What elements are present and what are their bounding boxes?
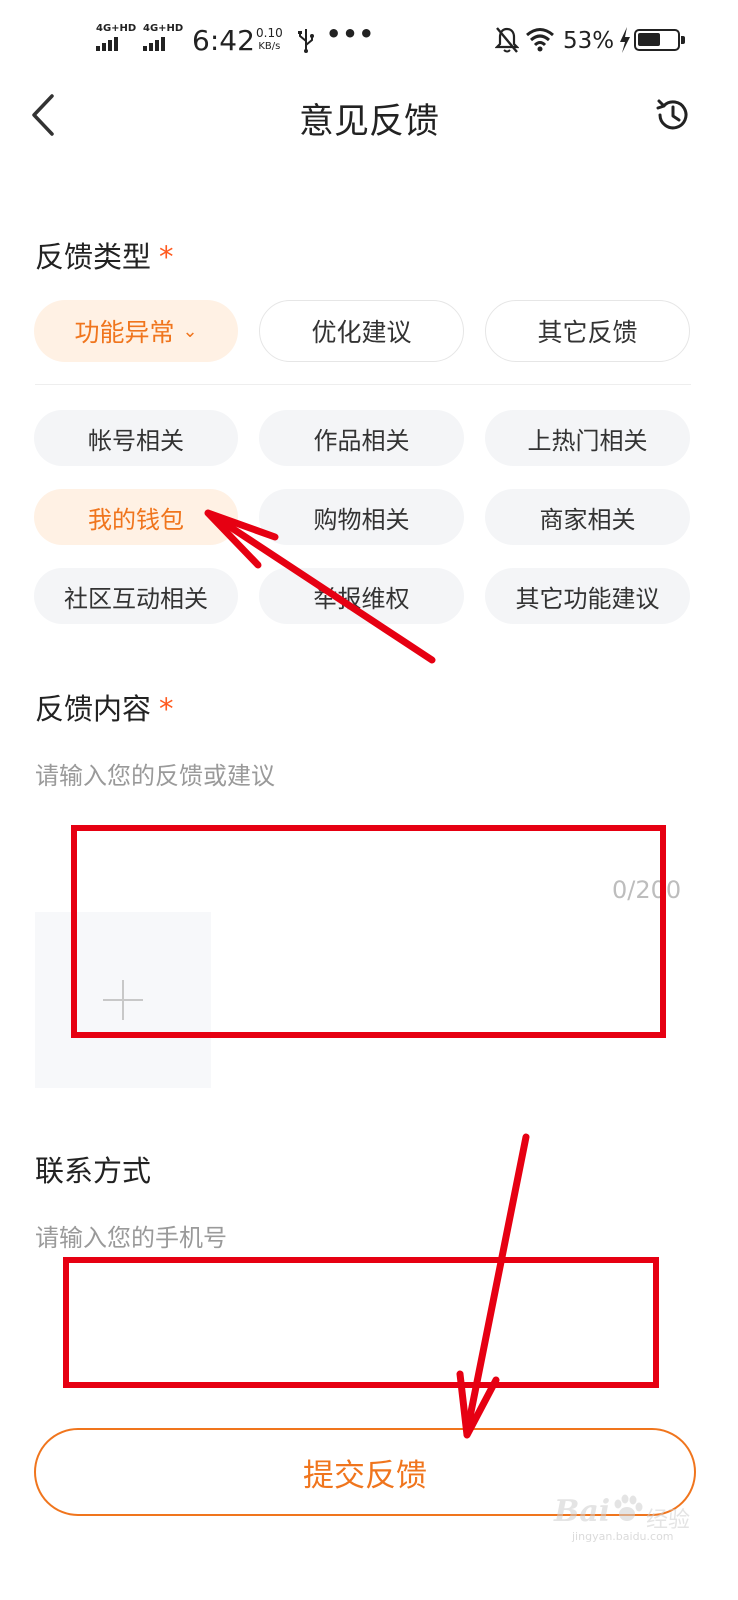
subtype-label: 社区互动相关: [64, 584, 208, 613]
subtype-chip-report[interactable]: 举报维权: [259, 568, 464, 624]
subtype-label: 帐号相关: [88, 426, 184, 455]
required-mark: *: [159, 692, 174, 726]
category-chip-function-error[interactable]: 功能异常 ⌄: [34, 300, 238, 362]
subtype-label: 作品相关: [313, 426, 410, 455]
subtype-label: 商家相关: [539, 505, 636, 534]
more-status-icon: •••: [326, 20, 376, 48]
network-speed-unit: KB/s: [258, 41, 281, 52]
subtype-label: 举报维权: [313, 584, 410, 613]
category-chip-optimization[interactable]: 优化建议: [259, 300, 464, 362]
paw-icon: [614, 1494, 643, 1521]
feedback-content-text: 反馈内容: [35, 692, 152, 726]
annotation-box-content: [71, 825, 666, 1038]
charging-icon: [618, 26, 632, 58]
feedback-content-label: 反馈内容 *: [35, 686, 174, 728]
phone-input[interactable]: 请输入您的手机号: [35, 1218, 227, 1253]
feedback-type-text: 反馈类型: [35, 240, 152, 274]
battery-percent: 53%: [563, 28, 615, 54]
network-speed-value: 0.10: [256, 26, 283, 40]
clock: 6:42: [192, 24, 255, 57]
annotation-box-contact: [63, 1257, 659, 1388]
feedback-type-label: 反馈类型 *: [35, 234, 174, 276]
signal-2-label: 4G+HD: [143, 23, 184, 34]
subtype-chip-account[interactable]: 帐号相关: [34, 410, 238, 466]
signal-icon-2: 4G+HD: [143, 24, 183, 51]
divider: [35, 384, 691, 385]
subtype-label: 购物相关: [313, 505, 410, 534]
clock-history-icon: [656, 99, 688, 130]
required-mark: *: [159, 240, 174, 274]
page-title: 意见反馈: [298, 102, 439, 142]
subtype-chip-other-feature[interactable]: 其它功能建议: [485, 568, 690, 624]
subtype-chip-merchant[interactable]: 商家相关: [485, 489, 690, 545]
network-speed: 0.10 KB/s: [256, 27, 283, 53]
subtype-chip-community[interactable]: 社区互动相关: [34, 568, 238, 624]
subtype-chip-works[interactable]: 作品相关: [259, 410, 464, 466]
usb-icon: [296, 27, 316, 59]
contact-label: 联系方式: [35, 1154, 152, 1188]
category-chip-other[interactable]: 其它反馈: [485, 300, 690, 362]
history-button[interactable]: [654, 96, 692, 138]
subtype-label: 我的钱包: [88, 505, 184, 534]
subtype-chip-my-wallet[interactable]: 我的钱包: [34, 489, 238, 545]
battery-icon: [634, 29, 685, 51]
subtype-chip-trending[interactable]: 上热门相关: [485, 410, 690, 466]
feedback-content-input[interactable]: 请输入您的反馈或建议: [35, 756, 275, 791]
status-bar: 4G+HD 4G+HD 6:42 0.10 KB/s ••• 53%: [0, 0, 738, 84]
subtype-label: 上热门相关: [527, 426, 648, 455]
subtype-chip-shopping[interactable]: 购物相关: [259, 489, 464, 545]
subtype-label: 其它功能建议: [515, 584, 660, 613]
category-label: 功能异常: [74, 318, 175, 347]
chevron-down-icon: ⌄: [182, 320, 198, 342]
watermark-brand: Bai: [554, 1494, 611, 1529]
watermark-url: jingyan.baidu.com: [572, 1530, 674, 1543]
baidu-watermark-logo: Bai 经验 jingyan.baidu.com: [554, 1484, 704, 1544]
category-label: 其它反馈: [537, 318, 638, 347]
category-label: 优化建议: [311, 318, 412, 347]
signal-icon-1: 4G+HD: [96, 24, 136, 51]
signal-1-label: 4G+HD: [96, 23, 137, 34]
wifi-icon: [525, 26, 555, 56]
bell-off-icon: [494, 26, 520, 58]
